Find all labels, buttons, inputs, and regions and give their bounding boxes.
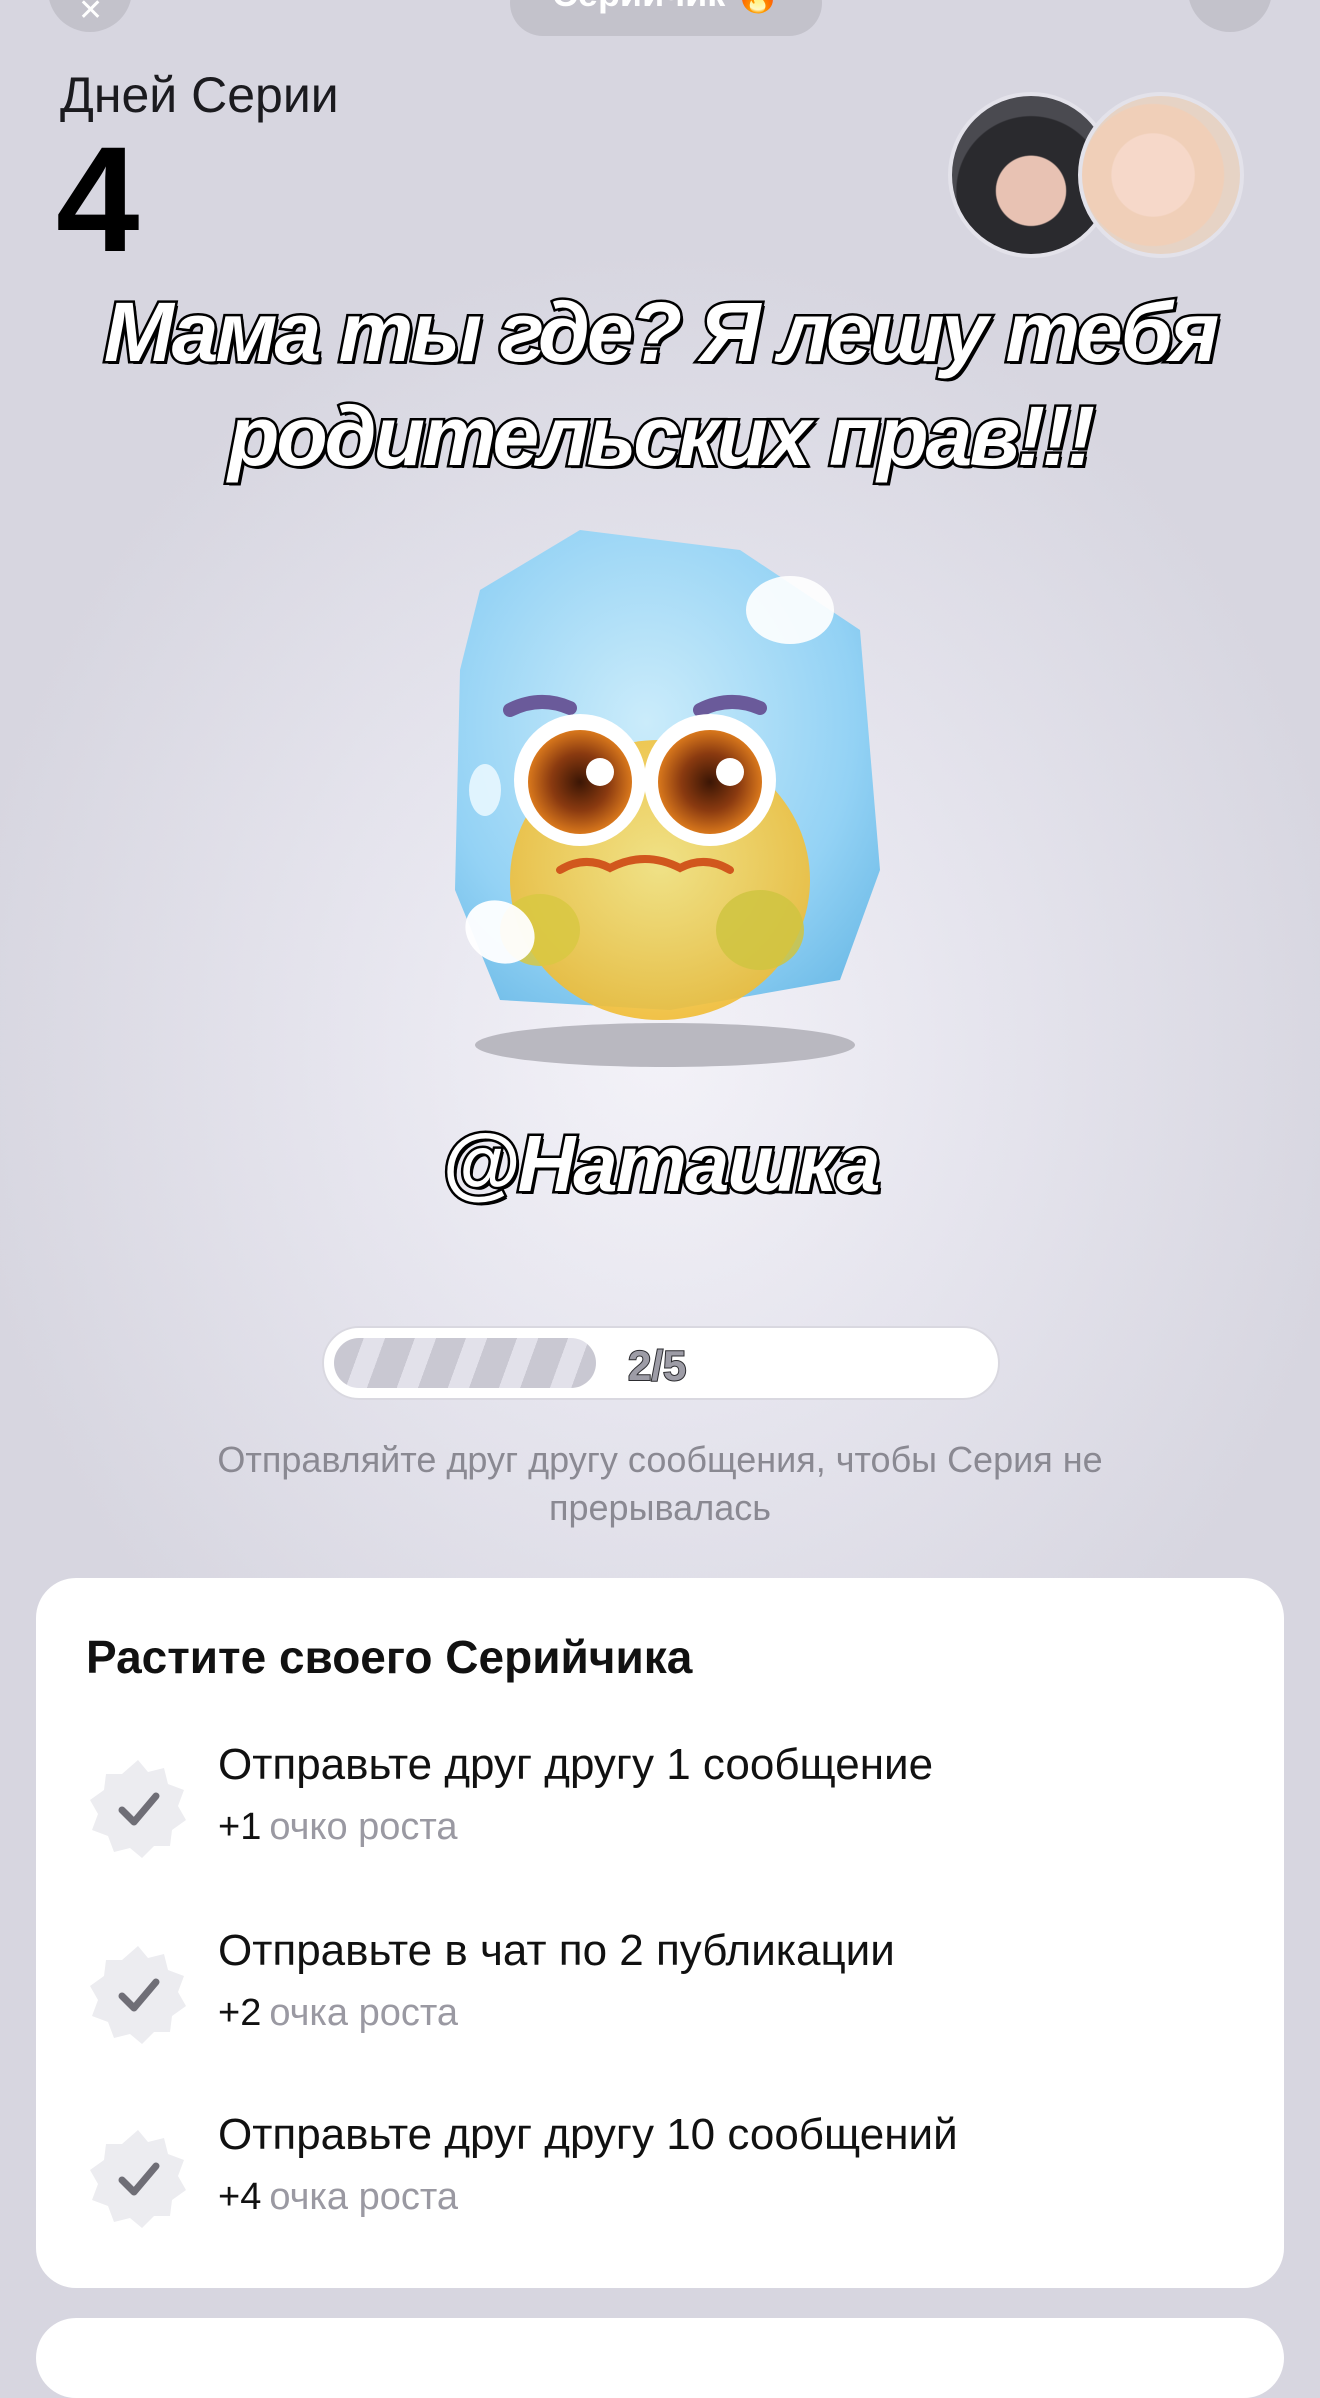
caption-line-1: Мама ты где? Я лешу тебя	[101, 283, 1222, 382]
task-item[interactable]: Отправьте в чат по 2 публикации +2 очка р…	[86, 1926, 1236, 2056]
growth-card: Растите своего Серийчика Отправьте друг …	[36, 1578, 1284, 2288]
streak-progress-bar: 2/5	[324, 1328, 998, 1398]
close-icon: ✕	[78, 0, 104, 27]
frozen-mascot-illustration	[455, 530, 880, 1067]
task-reward: +4 очка роста	[218, 2176, 458, 2219]
check-badge-icon	[90, 2130, 186, 2228]
avatar-friend[interactable]	[1078, 92, 1244, 258]
task-item[interactable]: Отправьте друг другу 1 сообщение +1 очко …	[86, 1740, 1236, 1870]
page-title: Серийчик 🔥	[510, 0, 822, 36]
task-points: +4	[218, 2176, 262, 2218]
caption-line-2: родительских прав!!!	[226, 387, 1098, 486]
growth-card-title: Растите своего Серийчика	[86, 1631, 693, 1683]
task-points: +1	[218, 1806, 262, 1848]
task-reward: +2 очка роста	[218, 1992, 458, 2035]
streak-hint: Отправляйте друг другу сообщения, чтобы …	[217, 1439, 1103, 1528]
task-points-unit: очка роста	[269, 2176, 458, 2218]
task-reward: +1 очко роста	[218, 1806, 458, 1849]
task-item[interactable]: Отправьте друг другу 10 сообщений +4 очка…	[86, 2110, 1236, 2240]
mascot-shadow	[475, 1023, 855, 1067]
ice-highlight	[746, 576, 834, 644]
progress-text: 2/5	[627, 1341, 687, 1390]
check-badge-icon	[90, 1760, 186, 1858]
next-card	[36, 2318, 1284, 2398]
task-points-unit: очко роста	[269, 1806, 458, 1848]
task-title: Отправьте друг другу 1 сообщение	[218, 1740, 934, 1789]
right-eye	[658, 730, 762, 834]
check-badge-icon	[90, 1946, 186, 2044]
task-points-unit: очка роста	[269, 1992, 458, 2034]
close-button[interactable]: ✕	[48, 0, 132, 32]
task-title: Отправьте друг другу 10 сообщений	[218, 2110, 958, 2159]
left-eye	[528, 730, 632, 834]
friend-mention[interactable]: @Наташка	[360, 1117, 960, 1211]
streak-count: 4	[56, 115, 140, 283]
more-button[interactable]	[1188, 0, 1272, 32]
task-points: +2	[218, 1992, 262, 2034]
story-caption: Мама ты где? Я лешу тебя родительских пр…	[80, 280, 1240, 488]
progress-fill	[334, 1338, 596, 1388]
task-title: Отправьте в чат по 2 публикации	[218, 1926, 895, 1975]
